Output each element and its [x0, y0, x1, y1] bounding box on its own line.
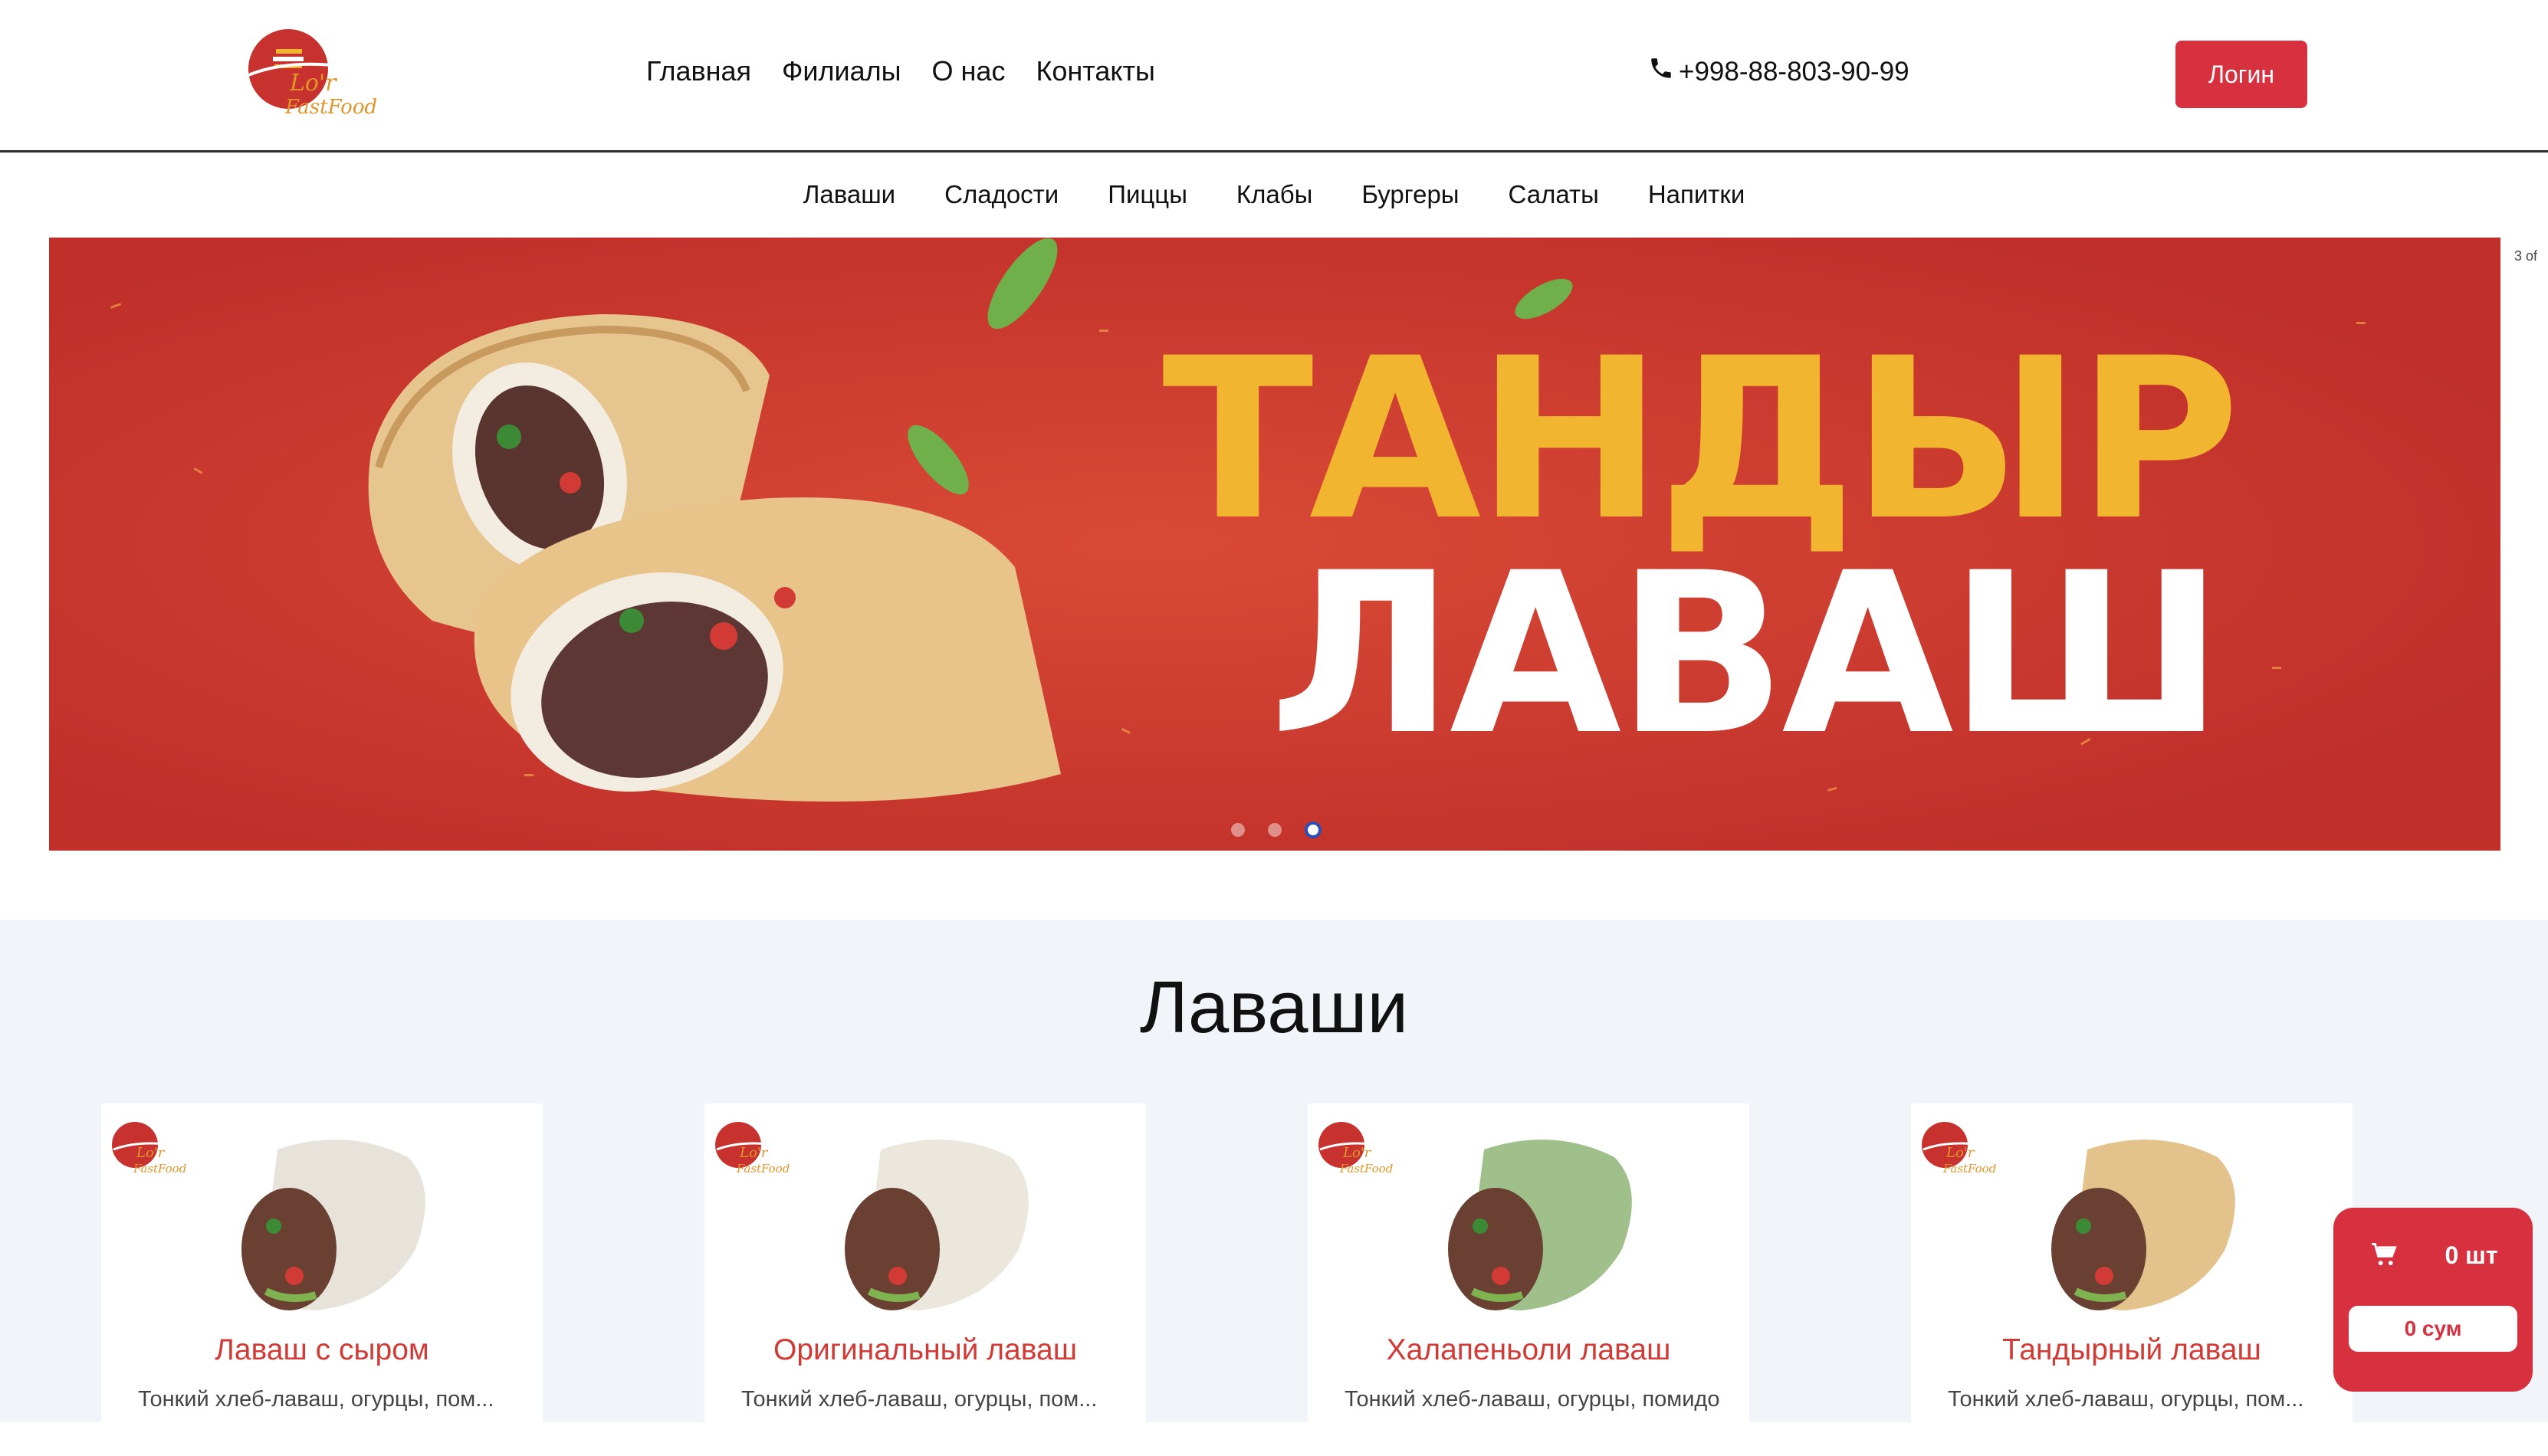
category-burgers[interactable]: Бургеры [1361, 180, 1459, 209]
banner-title-line1: ТАНДЫР [1162, 311, 2240, 569]
category-salads[interactable]: Салаты [1509, 180, 1599, 209]
carousel-dot-2[interactable] [1268, 823, 1282, 837]
nav-home[interactable]: Главная [646, 55, 751, 87]
category-lavash[interactable]: Лаваши [803, 180, 895, 209]
product-name[interactable]: Лаваш с сыром [101, 1333, 543, 1367]
cart-widget[interactable]: 0 шт 0 сум [2333, 1208, 2533, 1392]
product-image [2051, 1140, 2235, 1310]
product-card[interactable]: Lo'r FastFood Халапеньоли лаваш Тонкий х… [1308, 1103, 1749, 1456]
svg-text:FastFood: FastFood [736, 1162, 790, 1176]
svg-text:FastFood: FastFood [1942, 1162, 1996, 1176]
category-pizza[interactable]: Пиццы [1108, 180, 1187, 209]
svg-text:Lo'r: Lo'r [289, 70, 337, 97]
category-drinks[interactable]: Напитки [1648, 180, 1745, 209]
products-section: Лаваши Lo'r FastFood Лаваш с сыром Тонки… [0, 920, 2548, 1456]
carousel-dot-3[interactable] [1305, 821, 1322, 838]
category-sweets[interactable]: Сладости [944, 180, 1059, 209]
svg-text:FastFood: FastFood [1339, 1162, 1393, 1176]
carousel-dots [1231, 821, 1322, 838]
product-card[interactable]: Lo'r FastFood Лаваш с сыром Тонкий хлеб-… [101, 1103, 543, 1456]
product-image [1448, 1140, 1632, 1310]
brand-logo[interactable]: Lo'r FastFood [244, 21, 382, 123]
product-name[interactable]: Оригинальный лаваш [704, 1333, 1146, 1367]
product-card[interactable]: Lo'r FastFood Оригинальный лаваш Тонкий … [704, 1103, 1146, 1456]
svg-text:FastFood: FastFood [133, 1162, 186, 1176]
cart-sum[interactable]: 0 сум [2349, 1306, 2517, 1352]
carousel-dot-1[interactable] [1231, 823, 1245, 837]
svg-text:Lo'r: Lo'r [1945, 1145, 1975, 1161]
slide-counter: 3 of [2514, 248, 2538, 264]
product-description: Тонкий хлеб-лаваш, огурцы, пом... [741, 1387, 1098, 1412]
promo-banner[interactable]: ТАНДЫР ЛАВАШ [49, 238, 2500, 851]
svg-text:Lo'r: Lo'r [1342, 1145, 1372, 1161]
product-name[interactable]: Халапеньоли лаваш [1308, 1333, 1749, 1367]
nav-branches[interactable]: Филиалы [782, 55, 901, 87]
card-logo: Lo'r FastFood [112, 1122, 186, 1176]
category-nav: Лаваши Сладости Пиццы Клабы Бургеры Сала… [0, 152, 2548, 237]
phone-number: +998-88-803-90-99 [1679, 56, 1909, 87]
cart-count: 0 шт [2445, 1241, 2498, 1269]
product-description: Тонкий хлеб-лаваш, огурцы, помидо [1345, 1387, 1720, 1412]
nav-about[interactable]: О нас [932, 55, 1006, 87]
main-nav: Главная Филиалы О нас Контакты [646, 55, 1155, 87]
svg-text:Lo'r: Lo'r [739, 1145, 769, 1161]
section-title: Лаваши [1139, 966, 1409, 1048]
product-image [845, 1140, 1029, 1310]
product-image [241, 1140, 425, 1310]
site-header [0, 0, 2548, 152]
login-button[interactable]: Логин [2175, 41, 2307, 108]
svg-text:FastFood: FastFood [284, 96, 377, 119]
category-clubs[interactable]: Клабы [1236, 180, 1312, 209]
cart-icon [2370, 1243, 2398, 1271]
product-name[interactable]: Тандырный лаваш [1911, 1333, 2353, 1367]
card-logo: Lo'r FastFood [1318, 1122, 1393, 1176]
product-card[interactable]: Lo'r FastFood Тандырный лаваш Тонкий хле… [1911, 1103, 2353, 1456]
card-logo: Lo'r FastFood [715, 1122, 790, 1176]
phone-icon [1648, 55, 1674, 88]
svg-text:Lo'r: Lo'r [136, 1145, 166, 1161]
banner-title-line2: ЛАВАШ [1269, 526, 2224, 784]
card-logo: Lo'r FastFood [1922, 1122, 1996, 1176]
nav-contacts[interactable]: Контакты [1036, 55, 1155, 87]
product-description: Тонкий хлеб-лаваш, огурцы, пом... [1948, 1387, 2304, 1412]
phone-contact[interactable]: +998-88-803-90-99 [1648, 55, 1909, 88]
product-description: Тонкий хлеб-лаваш, огурцы, пом... [138, 1387, 494, 1412]
